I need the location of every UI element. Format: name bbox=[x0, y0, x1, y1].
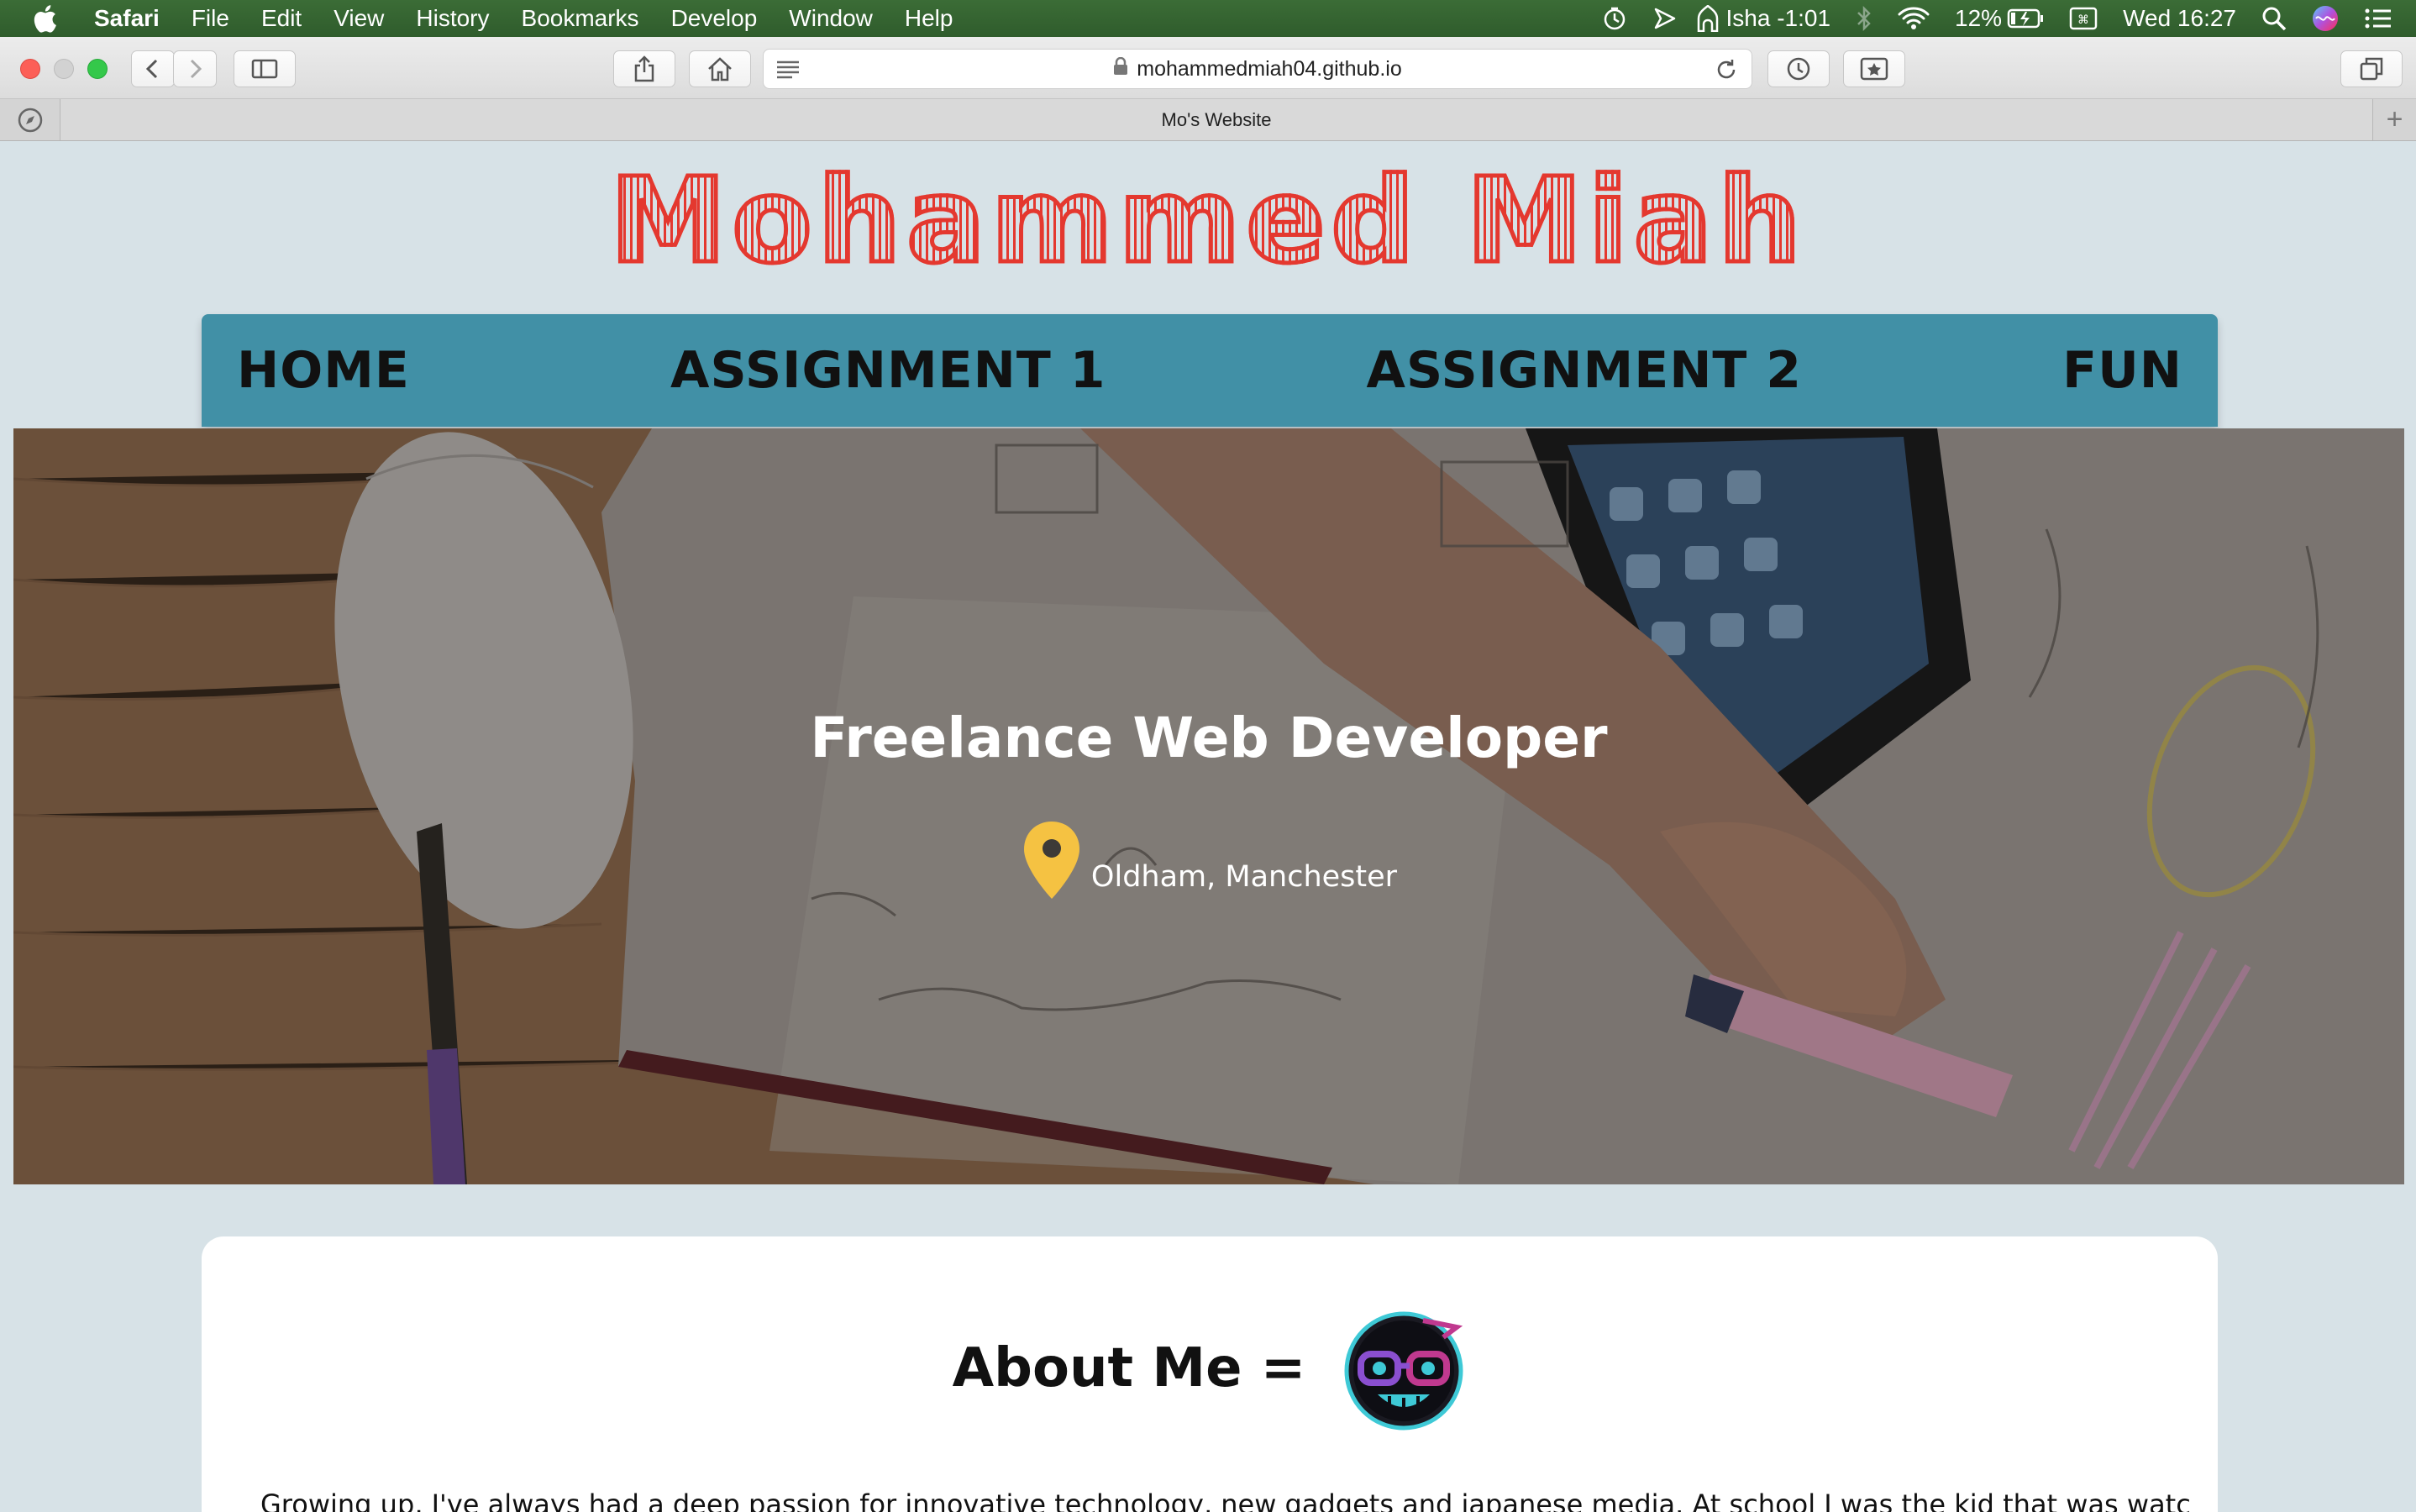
menu-develop[interactable]: Develop bbox=[671, 5, 758, 32]
menu-edit[interactable]: Edit bbox=[261, 5, 302, 32]
web-page: Mohammed Miah HOME ASSIGNMENT 1 ASSIGNME… bbox=[0, 141, 2416, 1512]
screen: Safari File Edit View History Bookmarks … bbox=[0, 0, 2416, 1512]
reader-icon[interactable] bbox=[775, 60, 801, 86]
clock[interactable]: Wed 16:27 bbox=[2123, 5, 2236, 32]
tabs-overview-button[interactable] bbox=[2340, 50, 2403, 87]
hero-location-text: Oldham, Manchester bbox=[1090, 860, 1398, 894]
battery-percent: 12% bbox=[1955, 5, 2003, 31]
avatar-icon bbox=[1344, 1311, 1463, 1431]
hero-location: Oldham, Manchester bbox=[13, 820, 2404, 900]
bookmark-icon bbox=[1860, 57, 1888, 81]
zoom-window-button[interactable] bbox=[87, 59, 108, 79]
nav-home[interactable]: HOME bbox=[237, 341, 410, 400]
menu-help[interactable]: Help bbox=[905, 5, 953, 32]
sidebar-button[interactable] bbox=[234, 50, 296, 87]
menu-bookmarks[interactable]: Bookmarks bbox=[522, 5, 639, 32]
prayer-time[interactable]: Isha -1:01 bbox=[1696, 5, 1831, 32]
history-button[interactable] bbox=[1767, 50, 1830, 87]
home-button[interactable] bbox=[689, 50, 751, 87]
svg-text:⌘: ⌘ bbox=[2077, 13, 2089, 27]
location-pin-icon bbox=[1023, 822, 1079, 899]
nav-fun[interactable]: FUN bbox=[2062, 341, 2182, 400]
close-window-button[interactable] bbox=[20, 59, 40, 79]
menu-file[interactable]: File bbox=[192, 5, 229, 32]
battery-icon bbox=[2007, 8, 2044, 29]
tab-active[interactable]: Mo's Website bbox=[60, 99, 2372, 140]
keyboard-icon[interactable]: ⌘ bbox=[2069, 6, 2098, 31]
site-title: Mohammed Miah bbox=[0, 151, 2416, 292]
sidebar-icon bbox=[251, 59, 278, 79]
compass-icon[interactable] bbox=[0, 99, 60, 140]
hero-background-image bbox=[13, 428, 2404, 1184]
forward-button[interactable] bbox=[173, 50, 217, 87]
address-bar[interactable]: mohammedmiah04.github.io bbox=[763, 49, 1752, 89]
menu-app-name[interactable]: Safari bbox=[94, 5, 160, 32]
nav-assignment-2[interactable]: ASSIGNMENT 2 bbox=[1367, 341, 1802, 400]
spotlight-icon[interactable] bbox=[2261, 6, 2287, 31]
main-nav: HOME ASSIGNMENT 1 ASSIGNMENT 2 FUN bbox=[202, 314, 2218, 427]
siri-icon[interactable] bbox=[2312, 5, 2339, 32]
back-icon bbox=[145, 59, 158, 79]
menu-history[interactable]: History bbox=[416, 5, 489, 32]
about-title: About Me = bbox=[952, 1337, 1306, 1399]
new-tab-button[interactable]: + bbox=[2372, 99, 2416, 140]
history-icon bbox=[1787, 57, 1810, 81]
location-arrow-icon[interactable] bbox=[1652, 6, 1678, 31]
menu-bar: Safari File Edit View History Bookmarks … bbox=[0, 0, 2416, 37]
notification-icon[interactable] bbox=[2364, 7, 2392, 30]
wifi-icon[interactable] bbox=[1898, 6, 1930, 31]
tab-bar: Mo's Website + bbox=[0, 99, 2416, 141]
browser-toolbar: mohammedmiah04.github.io bbox=[0, 37, 2416, 99]
lock-icon bbox=[1113, 56, 1128, 81]
site-title-text: Mohammed Miah bbox=[607, 151, 1807, 292]
about-header: About Me = bbox=[202, 1305, 2218, 1431]
mosque-icon bbox=[1697, 5, 1718, 32]
battery-status[interactable]: 12% bbox=[1955, 5, 2044, 32]
menu-view[interactable]: View bbox=[334, 5, 384, 32]
home-icon bbox=[708, 57, 732, 81]
minimize-window-button[interactable] bbox=[54, 59, 74, 79]
forward-icon bbox=[190, 59, 202, 79]
apple-icon[interactable] bbox=[32, 4, 60, 33]
tabs-overview-icon bbox=[2360, 57, 2383, 81]
nav-assignment-1[interactable]: ASSIGNMENT 1 bbox=[670, 341, 1106, 400]
prayer-label: Isha -1:01 bbox=[1725, 5, 1831, 31]
back-button[interactable] bbox=[131, 50, 175, 87]
reload-icon[interactable] bbox=[1715, 58, 1738, 87]
about-paragraph: Growing up, I've always had a deep passi… bbox=[260, 1488, 2193, 1512]
hero-banner: Freelance Web Developer Oldham, Manchest… bbox=[13, 428, 2404, 1184]
share-button[interactable] bbox=[613, 50, 675, 87]
timer-icon[interactable] bbox=[1602, 6, 1627, 31]
url-text: mohammedmiah04.github.io bbox=[1137, 56, 1402, 81]
share-icon bbox=[634, 55, 654, 82]
hero-headline: Freelance Web Developer bbox=[810, 706, 1608, 770]
menu-window[interactable]: Window bbox=[789, 5, 873, 32]
bluetooth-icon[interactable] bbox=[1856, 5, 1872, 32]
about-card: About Me = Growing up, I've always had a… bbox=[202, 1236, 2218, 1512]
bookmark-button[interactable] bbox=[1843, 50, 1905, 87]
